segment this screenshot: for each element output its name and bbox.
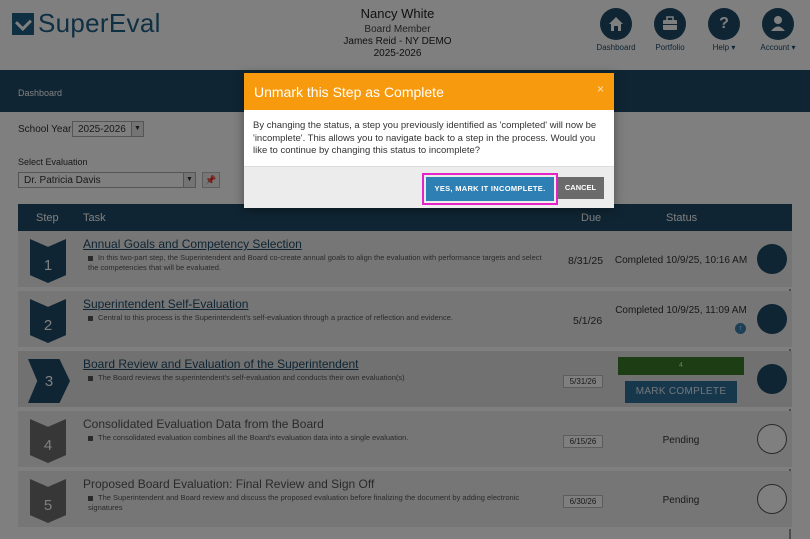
- confirm-mark-incomplete-button[interactable]: YES, MARK IT INCOMPLETE.: [426, 177, 554, 201]
- confirm-highlight: YES, MARK IT INCOMPLETE.: [422, 173, 558, 205]
- dialog-message: By changing the status, a step you previ…: [253, 120, 597, 156]
- dialog-header: Unmark this Step as Complete ×: [244, 73, 614, 110]
- dialog-footer: YES, MARK IT INCOMPLETE. CANCEL: [244, 166, 614, 208]
- dialog-title: Unmark this Step as Complete: [254, 84, 444, 100]
- cancel-button[interactable]: CANCEL: [557, 177, 604, 199]
- unmark-complete-dialog: Unmark this Step as Complete × By changi…: [244, 73, 614, 208]
- close-icon[interactable]: ×: [597, 82, 604, 96]
